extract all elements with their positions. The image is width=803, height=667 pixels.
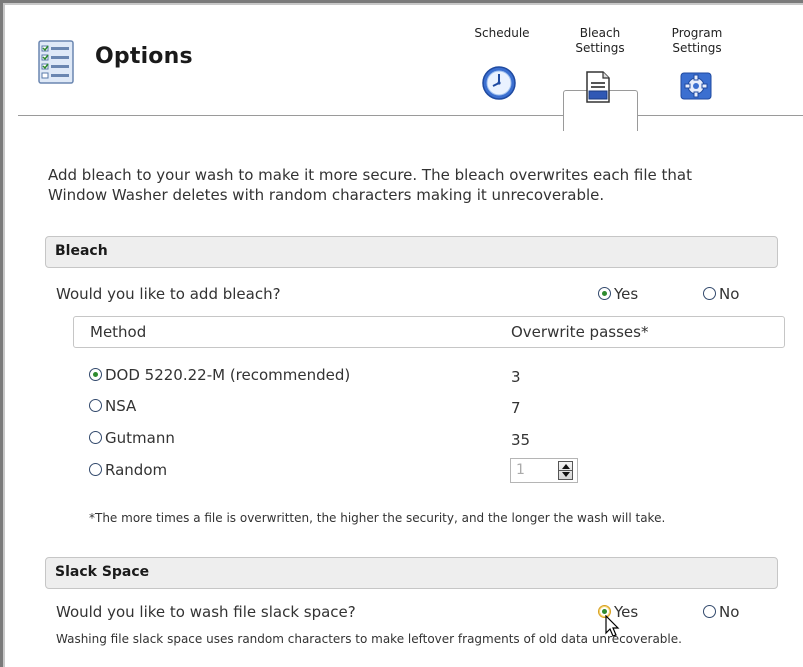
method-gutmann-option[interactable]: Gutmann (89, 429, 175, 447)
method-nsa-option[interactable]: NSA (89, 397, 136, 415)
spinner-divider (559, 470, 572, 471)
method-dod-option[interactable]: DOD 5220.22-M (recommended) (89, 366, 350, 384)
bleach-no-radio[interactable] (703, 287, 716, 300)
method-random-radio[interactable] (89, 463, 102, 476)
tab-bleach-settings[interactable]: Bleach Settings (560, 26, 640, 56)
random-passes-spinner[interactable]: 1 (510, 458, 578, 483)
method-gutmann-passes: 35 (511, 431, 531, 449)
slack-question: Would you like to wash file slack space? (56, 603, 356, 621)
bleach-footnote: *The more times a file is overwritten, t… (89, 511, 666, 525)
slack-no-label: No (719, 603, 740, 621)
method-random-option[interactable]: Random (89, 461, 167, 479)
mouse-cursor-icon (605, 614, 621, 639)
method-dod-label: DOD 5220.22-M (recommended) (105, 366, 351, 384)
bleach-yes-option[interactable]: Yes (598, 285, 638, 303)
bleach-question: Would you like to add bleach? (56, 285, 281, 303)
bleach-section-header: Bleach (45, 236, 778, 268)
method-dod-radio[interactable] (89, 368, 102, 381)
slack-section-header: Slack Space (45, 557, 778, 589)
header-divider-left (18, 115, 563, 116)
slack-section-title: Slack Space (55, 564, 150, 580)
window-shadow-left (3, 3, 5, 667)
method-column-header: Method (90, 323, 147, 341)
method-table-header: Method Overwrite passes* (73, 316, 785, 348)
spinner-up-icon[interactable] (562, 464, 570, 469)
intro-line-2: Window Washer deletes with random charac… (48, 186, 605, 204)
tab-schedule[interactable]: Schedule (462, 26, 542, 41)
random-passes-value[interactable]: 1 (516, 462, 525, 478)
tab-schedule-label: Schedule (474, 26, 530, 40)
intro-text: Add bleach to your wash to make it more … (48, 165, 768, 205)
method-nsa-passes: 7 (511, 399, 521, 417)
slack-no-option[interactable]: No (703, 603, 739, 621)
options-list-icon (38, 40, 74, 84)
passes-column-header: Overwrite passes* (511, 323, 649, 341)
spinner-buttons[interactable] (558, 461, 573, 480)
slack-note: Washing file slack space uses random cha… (56, 632, 682, 646)
method-gutmann-radio[interactable] (89, 431, 102, 444)
bleach-yes-radio[interactable] (598, 287, 611, 300)
tab-bleach-label: Bleach (579, 26, 621, 40)
header-divider-right (636, 115, 803, 116)
method-dod-passes: 3 (511, 368, 521, 386)
document-icon[interactable] (583, 70, 613, 104)
tab-program-settings[interactable]: Program Settings (657, 26, 737, 56)
intro-line-1: Add bleach to your wash to make it more … (48, 166, 692, 184)
window-shadow-top (3, 3, 803, 5)
page-title: Options (95, 44, 193, 69)
method-nsa-radio[interactable] (89, 399, 102, 412)
method-gutmann-label: Gutmann (105, 429, 175, 447)
tab-program-label: Program (671, 26, 723, 40)
gear-icon[interactable] (679, 69, 713, 103)
bleach-yes-label: Yes (614, 285, 639, 303)
bleach-section-title: Bleach (55, 243, 108, 259)
bleach-no-label: No (719, 285, 740, 303)
clock-icon[interactable] (481, 65, 517, 101)
method-random-label: Random (105, 461, 168, 479)
method-nsa-label: NSA (105, 397, 137, 415)
tab-program-label-2: Settings (672, 41, 722, 55)
bleach-no-option[interactable]: No (703, 285, 739, 303)
spinner-down-icon[interactable] (562, 472, 570, 477)
tab-bleach-label-2: Settings (575, 41, 625, 55)
slack-no-radio[interactable] (703, 605, 716, 618)
